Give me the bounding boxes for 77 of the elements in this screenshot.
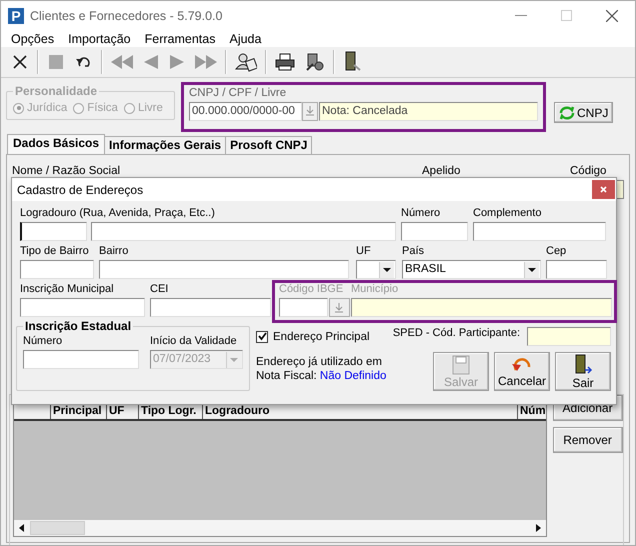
city-field[interactable] bbox=[351, 298, 612, 317]
field-label: Número bbox=[401, 207, 440, 221]
street-type-field[interactable] bbox=[20, 222, 87, 241]
caret-down-icon bbox=[379, 262, 394, 278]
field-label: Tipo de Bairro bbox=[20, 245, 89, 259]
menu-item[interactable]: Ferramentas bbox=[138, 32, 222, 46]
state-dropdown[interactable] bbox=[356, 260, 396, 279]
district-field[interactable] bbox=[99, 260, 349, 279]
menu-item[interactable]: Ajuda bbox=[222, 32, 268, 46]
check-icon bbox=[258, 332, 266, 341]
horizontal-scrollbar[interactable] bbox=[14, 520, 546, 536]
field-label: Número bbox=[23, 335, 62, 349]
field-label: Cep bbox=[546, 245, 566, 259]
caret-down-icon bbox=[524, 262, 539, 278]
ibge-code-field[interactable] bbox=[279, 298, 328, 317]
app-logo: P bbox=[8, 8, 24, 24]
printer-icon[interactable] bbox=[275, 53, 295, 71]
group-title: Personalidade bbox=[14, 84, 98, 98]
usage-note: Endereço já utilizado em Nota Fiscal: Não Definido bbox=[256, 355, 388, 384]
district-type-field[interactable] bbox=[20, 260, 94, 279]
users-icon[interactable] bbox=[235, 52, 257, 72]
field-label: Município bbox=[351, 283, 398, 297]
exit-door-icon[interactable] bbox=[343, 51, 363, 73]
window-title: Clientes e Fornecedores - 5.79.0.0 bbox=[30, 8, 222, 22]
undo-arrow-icon bbox=[511, 356, 533, 374]
field-label: Apelido bbox=[422, 165, 462, 177]
field-label: SPED - Cód. Participante: bbox=[392, 327, 520, 341]
exit-door-icon bbox=[573, 354, 593, 376]
document-field[interactable]: 00.000.000/0000-00 bbox=[189, 102, 302, 121]
field-label: País bbox=[402, 245, 424, 259]
complement-field[interactable] bbox=[473, 222, 606, 241]
close-icon[interactable] bbox=[606, 10, 618, 22]
dialog-title: Cadastro de Endereços bbox=[17, 182, 144, 196]
number-field[interactable] bbox=[401, 222, 468, 241]
scroll-thumb[interactable] bbox=[30, 521, 85, 535]
menu-item[interactable]: Importação bbox=[61, 32, 138, 46]
street-field[interactable] bbox=[91, 222, 396, 241]
dialog-button[interactable]: Sair bbox=[555, 352, 611, 391]
field-label: Nome / Razão Social bbox=[12, 165, 122, 177]
refresh-icon bbox=[559, 106, 575, 120]
dialog-button[interactable]: Cancelar bbox=[494, 352, 550, 391]
download-button[interactable] bbox=[329, 298, 350, 317]
menu-item[interactable]: Opções bbox=[4, 32, 62, 46]
municipal-registration-field[interactable] bbox=[20, 298, 145, 317]
action-button[interactable]: Remover bbox=[552, 427, 623, 453]
close-button[interactable] bbox=[592, 180, 615, 199]
minimize-icon[interactable] bbox=[515, 14, 527, 16]
tools-icon[interactable] bbox=[305, 52, 325, 72]
field-label: Início da Validade bbox=[150, 335, 237, 349]
country-dropdown[interactable]: BRASIL bbox=[402, 260, 541, 279]
note-field: Nota: Cancelada bbox=[319, 102, 538, 121]
group-title: Inscrição Estadual bbox=[24, 319, 132, 333]
participant-code-field[interactable] bbox=[527, 327, 611, 346]
postal-code-field[interactable] bbox=[546, 260, 607, 279]
scroll-left-icon[interactable] bbox=[18, 524, 26, 532]
field-label: Complemento bbox=[473, 207, 542, 221]
status-link[interactable]: Não Definido bbox=[320, 370, 386, 382]
field-label: Código bbox=[570, 165, 606, 177]
field-label: Bairro bbox=[99, 245, 128, 259]
field-label: CNPJ / CPF / Livre bbox=[189, 87, 288, 99]
field-label: Inscrição Municipal bbox=[20, 283, 114, 297]
field-label: CEI bbox=[150, 283, 168, 297]
download-button[interactable] bbox=[302, 102, 318, 121]
state-registration-field[interactable] bbox=[23, 350, 139, 369]
scroll-right-icon[interactable] bbox=[534, 524, 542, 532]
field-label: Código IBGE bbox=[279, 283, 344, 297]
checkbox[interactable]: Endereço Principal bbox=[256, 330, 370, 342]
tab[interactable]: Prosoft CNPJ bbox=[225, 136, 312, 154]
tab[interactable]: Informações Gerais bbox=[104, 136, 226, 154]
field-label: UF bbox=[356, 245, 371, 259]
cei-field[interactable] bbox=[150, 298, 271, 317]
close-icon[interactable] bbox=[11, 53, 29, 71]
cnpj-button[interactable]: CNPJ bbox=[554, 102, 614, 123]
column-header[interactable]: Núm bbox=[518, 404, 546, 419]
field-label: Logradouro (Rua, Avenida, Praça, Etc..) bbox=[20, 207, 215, 221]
caret-down-icon bbox=[226, 352, 241, 368]
tab[interactable]: Dados Básicos bbox=[7, 134, 106, 154]
